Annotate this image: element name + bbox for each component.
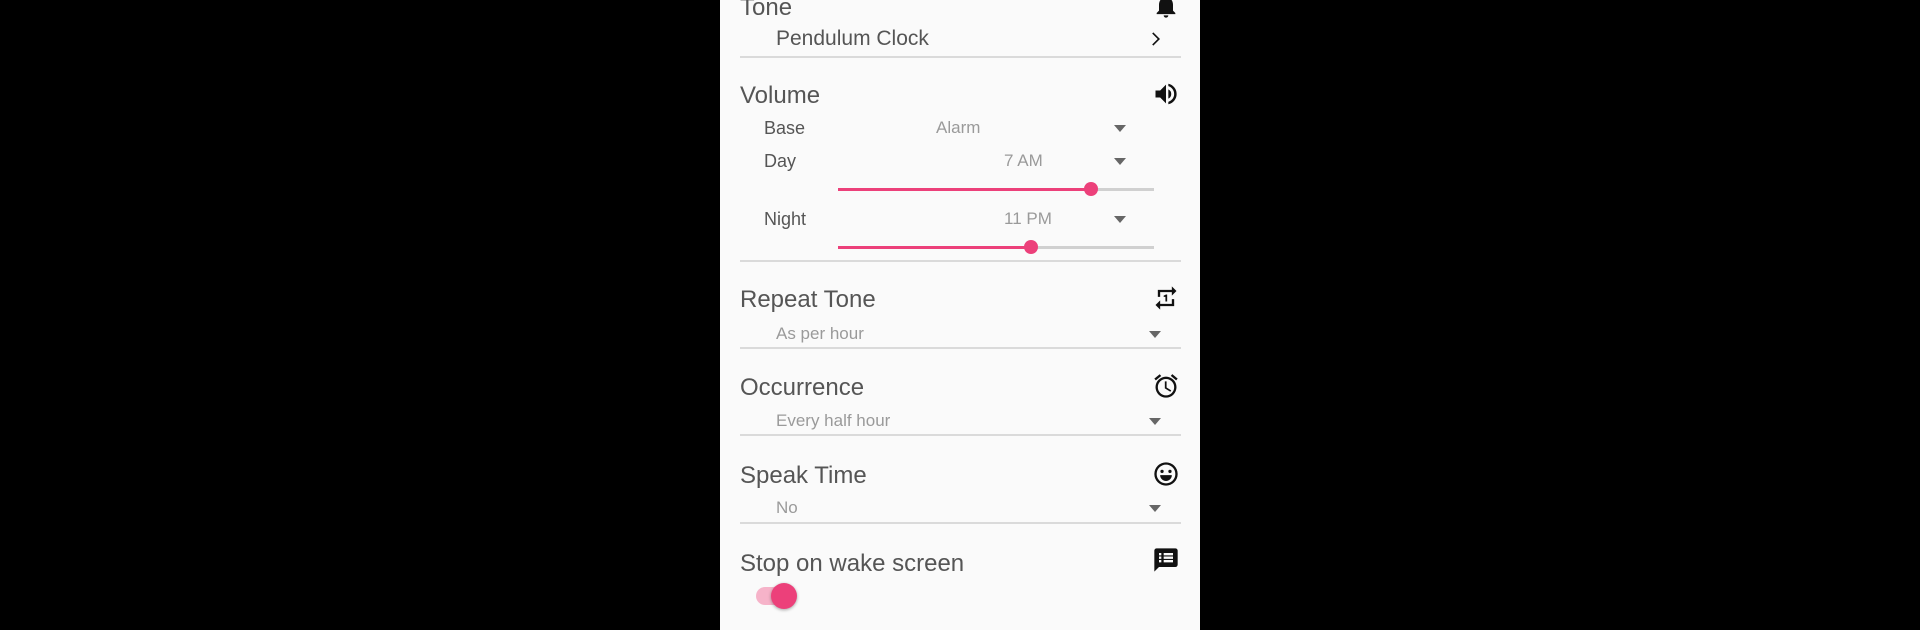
- speak-time-dropdown[interactable]: No: [740, 494, 1181, 520]
- dropdown-arrow-icon: [1149, 505, 1161, 512]
- tone-value: Pendulum Clock: [776, 27, 929, 50]
- chevron-right-icon: [1152, 32, 1160, 46]
- divider: [740, 522, 1181, 524]
- night-label: Night: [764, 209, 807, 229]
- stop-on-wake-toggle[interactable]: [750, 580, 806, 612]
- speak-time-value: No: [776, 498, 798, 517]
- dropdown-arrow-icon: [1149, 418, 1161, 425]
- base-dropdown[interactable]: Alarm: [900, 114, 1126, 140]
- day-label: Day: [764, 151, 797, 171]
- occurrence-title: Occurrence: [740, 374, 865, 401]
- repeat-one-icon: [1155, 286, 1177, 310]
- divider: [740, 56, 1181, 58]
- night-volume-thumb[interactable]: [1023, 240, 1038, 254]
- alarm-clock-icon: [1154, 374, 1178, 398]
- divider: [740, 260, 1181, 262]
- day-volume-thumb[interactable]: [1083, 182, 1098, 196]
- repeat-tone-title: Repeat Tone: [740, 286, 876, 313]
- settings-panel: Tone Pendulum Clock Volume Base Alarm Da…: [720, 0, 1200, 630]
- dropdown-arrow-icon: [1114, 125, 1126, 132]
- smiley-icon: [1154, 462, 1178, 486]
- occurrence-value: Every half hour: [776, 411, 891, 430]
- night-volume-fill: [838, 246, 1031, 249]
- repeat-tone-dropdown[interactable]: As per hour: [740, 320, 1181, 346]
- divider: [740, 347, 1181, 349]
- day-time-value: 7 AM: [1004, 151, 1043, 170]
- tone-selector[interactable]: Pendulum Clock: [740, 22, 1181, 52]
- base-label: Base: [764, 118, 806, 138]
- night-time-dropdown[interactable]: 11 PM: [900, 205, 1126, 231]
- dropdown-arrow-icon: [1114, 216, 1126, 223]
- day-volume-slider[interactable]: [838, 182, 1154, 196]
- dropdown-arrow-icon: [1114, 158, 1126, 165]
- volume-up-icon: [1155, 83, 1177, 105]
- stop-on-wake-title: Stop on wake screen: [740, 550, 965, 577]
- toggle-thumb[interactable]: [771, 583, 797, 609]
- base-value: Alarm: [936, 118, 981, 137]
- dropdown-arrow-icon: [1149, 331, 1161, 338]
- day-volume-fill: [838, 188, 1091, 191]
- night-volume-slider[interactable]: [838, 240, 1154, 254]
- speak-time-title: Speak Time: [740, 462, 867, 489]
- night-time-value: 11 PM: [1004, 209, 1052, 228]
- occurrence-dropdown[interactable]: Every half hour: [740, 407, 1181, 433]
- message-list-icon: [1154, 548, 1178, 572]
- day-time-dropdown[interactable]: 7 AM: [900, 147, 1126, 173]
- bell-icon: [1156, 0, 1176, 18]
- divider: [740, 434, 1181, 436]
- tone-title: Tone: [740, 0, 793, 21]
- volume-title: Volume: [740, 82, 821, 109]
- repeat-tone-value: As per hour: [776, 324, 864, 343]
